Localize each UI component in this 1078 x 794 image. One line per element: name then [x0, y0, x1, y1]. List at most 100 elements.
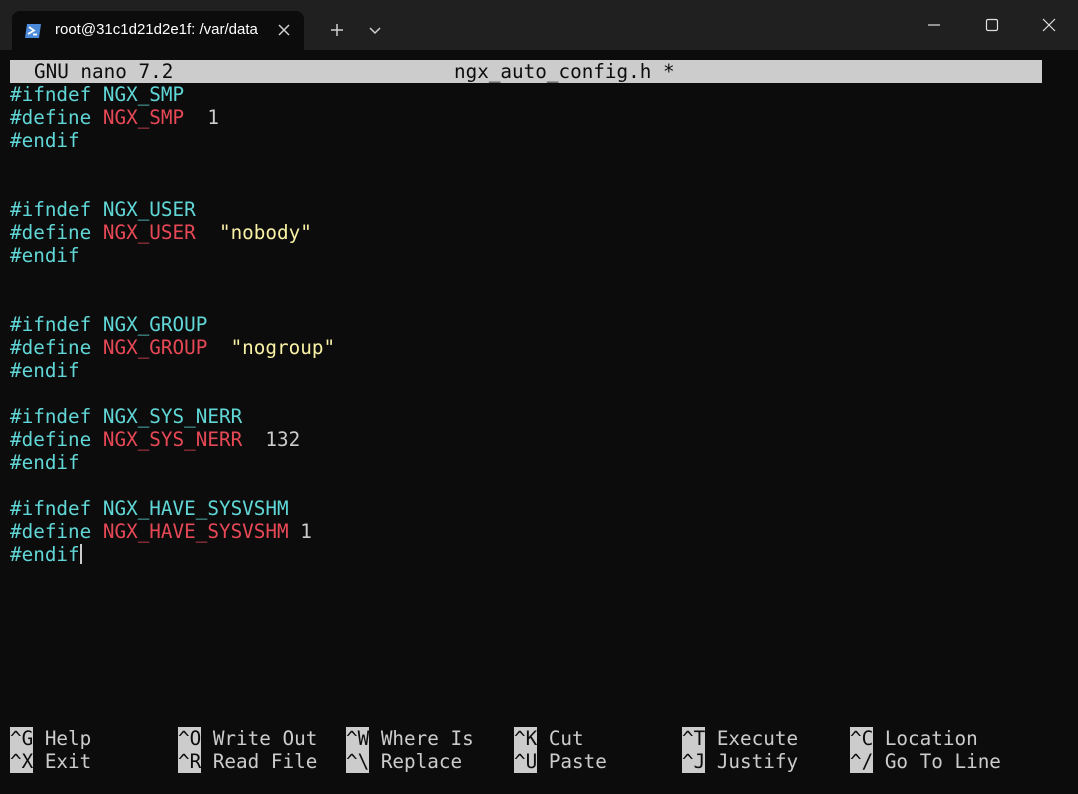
directive-keyword: #ifndef: [10, 83, 92, 106]
macro-name: NGX_SYS_NERR: [102, 405, 243, 428]
close-icon: [1042, 18, 1056, 32]
shortcut-bar: ^G Help ^X Exit ^O Write Out ^R Read File ^W…: [10, 727, 1042, 773]
shortcut-label: Paste: [537, 750, 607, 773]
shortcut-key: ^G: [10, 727, 34, 750]
maximize-icon: [985, 18, 999, 32]
maximize-button[interactable]: [963, 0, 1021, 50]
powershell-icon: [24, 22, 42, 40]
macro-name: NGX_SYS_NERR: [102, 428, 243, 451]
shortcut-item[interactable]: ^U Paste: [514, 750, 607, 773]
macro-name: NGX_USER: [102, 198, 196, 221]
shortcut-item[interactable]: ^W Where Is: [346, 727, 474, 750]
shortcut-label: Write Out: [201, 727, 318, 750]
minimize-button[interactable]: [905, 0, 963, 50]
macro-name: NGX_USER: [102, 221, 196, 244]
shortcut-label: Execute: [705, 727, 799, 750]
shortcut-item[interactable]: ^\ Replace: [346, 750, 462, 773]
macro-name: NGX_GROUP: [102, 336, 208, 359]
shortcut-item[interactable]: ^J Justify: [682, 750, 798, 773]
directive-keyword: #endif: [10, 244, 80, 267]
code-line: #define NGX_USER "nobody": [10, 221, 335, 244]
shortcut-label: Go To Line: [873, 750, 1001, 773]
shortcut-key: ^X: [10, 750, 34, 773]
macro-name: NGX_SMP: [102, 83, 185, 106]
code-line: #define NGX_SYS_NERR 132: [10, 428, 335, 451]
directive-keyword: #endif: [10, 129, 80, 152]
directive-keyword: #define: [10, 106, 92, 129]
shortcut-item[interactable]: ^K Cut: [514, 727, 584, 750]
macro-value: "nogroup": [230, 336, 336, 359]
editor-buffer[interactable]: #ifndef NGX_SMP #define NGX_SMP 1 #endif #i…: [10, 83, 335, 566]
macro-value: 1: [207, 106, 219, 129]
directive-keyword: #define: [10, 336, 92, 359]
shortcut-key: ^U: [514, 750, 538, 773]
terminal-window: root@31c1d21d2e1f: /var/data GNU nano 7.…: [0, 0, 1078, 794]
code-line: #endif: [10, 451, 335, 474]
macro-value: 1: [300, 520, 312, 543]
shortcut-label: Cut: [537, 727, 584, 750]
shortcut-item[interactable]: ^G Help: [10, 727, 91, 750]
code-line: #define NGX_HAVE_SYSVSHM 1: [10, 520, 335, 543]
shortcut-item[interactable]: ^/ Go To Line: [850, 750, 1001, 773]
shortcut-key: ^R: [178, 750, 202, 773]
text-cursor: [79, 544, 82, 564]
macro-name: NGX_SMP: [102, 106, 185, 129]
directive-keyword: #define: [10, 221, 92, 244]
directive-keyword: #define: [10, 520, 92, 543]
shortcut-key: ^\: [346, 750, 370, 773]
directive-keyword: #endif: [10, 543, 80, 566]
shortcut-label: Read File: [201, 750, 318, 773]
minimize-icon: [928, 24, 940, 26]
code-line: #define NGX_GROUP "nogroup": [10, 336, 335, 359]
nano-version: GNU nano 7.2: [34, 60, 174, 83]
macro-value: "nobody": [218, 221, 312, 244]
shortcut-key: ^K: [514, 727, 538, 750]
shortcut-item[interactable]: ^T Execute: [682, 727, 798, 750]
shortcut-item[interactable]: ^O Write Out: [178, 727, 317, 750]
code-line: #ifndef NGX_SMP: [10, 83, 335, 106]
terminal-tab[interactable]: root@31c1d21d2e1f: /var/data: [12, 11, 304, 50]
close-icon[interactable]: [276, 22, 292, 38]
chevron-down-icon[interactable]: [362, 16, 388, 44]
close-window-button[interactable]: [1020, 0, 1078, 50]
code-line: #ifndef NGX_HAVE_SYSVSHM: [10, 497, 335, 520]
title-bar: root@31c1d21d2e1f: /var/data: [0, 0, 1078, 50]
macro-name: NGX_GROUP: [102, 313, 208, 336]
shortcut-key: ^T: [682, 727, 706, 750]
new-tab-button[interactable]: [320, 14, 354, 46]
shortcut-key: ^C: [850, 727, 874, 750]
directive-keyword: #ifndef: [10, 198, 92, 221]
shortcut-label: Help: [33, 727, 92, 750]
shortcut-label: Where Is: [369, 727, 474, 750]
shortcut-item[interactable]: ^C Location: [850, 727, 978, 750]
code-line: #ifndef NGX_GROUP: [10, 313, 335, 336]
code-line: #endif: [10, 359, 335, 382]
shortcut-key: ^J: [682, 750, 706, 773]
file-title: ngx_auto_config.h *: [454, 60, 675, 83]
shortcut-item[interactable]: ^X Exit: [10, 750, 91, 773]
directive-keyword: #endif: [10, 359, 80, 382]
shortcut-key: ^/: [850, 750, 874, 773]
code-line: #endif: [10, 129, 335, 152]
shortcut-key: ^W: [346, 727, 370, 750]
shortcut-label: Replace: [369, 750, 463, 773]
tab-title: root@31c1d21d2e1f: /var/data: [55, 21, 258, 38]
shortcut-label: Exit: [33, 750, 92, 773]
macro-name: NGX_HAVE_SYSVSHM: [102, 520, 289, 543]
macro-name: NGX_HAVE_SYSVSHM: [102, 497, 289, 520]
shortcut-label: Location: [873, 727, 978, 750]
shortcut-item[interactable]: ^R Read File: [178, 750, 317, 773]
directive-keyword: #endif: [10, 451, 80, 474]
directive-keyword: #define: [10, 428, 92, 451]
code-line: #endif: [10, 543, 335, 566]
directive-keyword: #ifndef: [10, 497, 92, 520]
code-line: #ifndef NGX_USER: [10, 198, 335, 221]
code-line: #ifndef NGX_SYS_NERR: [10, 405, 335, 428]
nano-header: GNU nano 7.2 ngx_auto_config.h *: [10, 60, 1042, 83]
